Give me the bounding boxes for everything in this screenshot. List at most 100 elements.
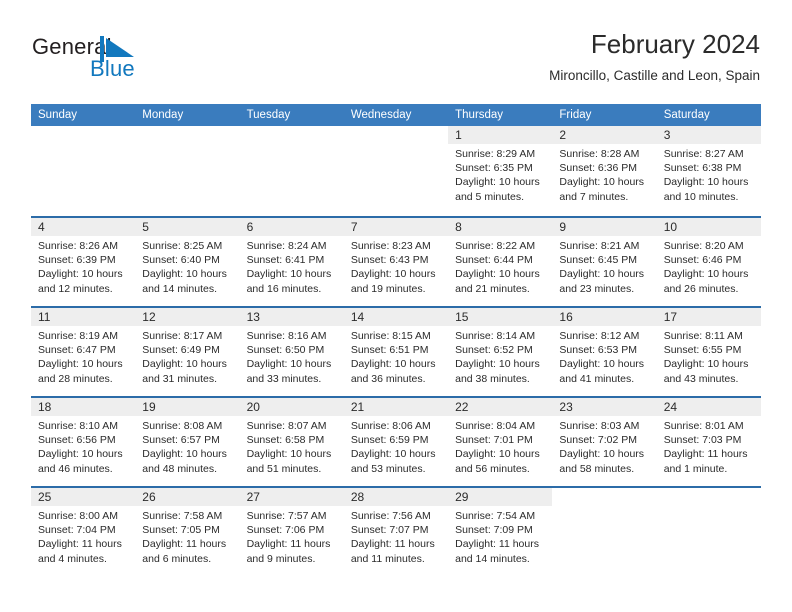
sunrise-text: Sunrise: 8:04 AM — [455, 420, 536, 432]
day-number: 10 — [663, 220, 678, 234]
sunset-text: Sunset: 6:59 PM — [350, 434, 429, 447]
daylight-text-line2: and 33 minutes. — [246, 372, 322, 385]
brand-logo[interactable]: General Blue — [32, 34, 182, 88]
sunset-text: Sunset: 6:47 PM — [38, 344, 116, 357]
day-number: 12 — [142, 310, 156, 324]
day-number-band: 26 — [135, 488, 240, 506]
calendar-day-cell[interactable]: 24 Sunrise: 8:01 AM Sunset: 7:03 PM Dayligh… — [656, 398, 761, 486]
calendar-day-cell[interactable]: 23 Sunrise: 8:03 AM Sunset: 7:02 PM Dayligh… — [552, 398, 657, 486]
daylight-text-line1: Daylight: 10 hours — [559, 448, 645, 461]
sunset-text: Sunset: 6:40 PM — [142, 254, 220, 267]
weekday-header-row: Sunday Monday Tuesday Wednesday Thursday… — [31, 104, 761, 126]
day-number-band: 3 — [656, 126, 761, 144]
daylight-text-line1: Daylight: 10 hours — [142, 268, 227, 281]
calendar-day-cell[interactable]: 15 Sunrise: 8:14 AM Sunset: 6:52 PM Dayligh… — [448, 308, 553, 396]
calendar-day-cell[interactable]: 7 Sunrise: 8:23 AM Sunset: 6:43 PM Daylight… — [343, 218, 449, 306]
day-number-band: 27 — [239, 488, 344, 506]
sunset-text: Sunset: 6:41 PM — [246, 254, 325, 267]
sunrise-text: Sunrise: 8:08 AM — [142, 420, 223, 432]
calendar-day-cell[interactable]: 4 Sunrise: 8:26 AM Sunset: 6:39 PM Daylight… — [31, 218, 136, 306]
calendar-day-cell[interactable]: 17 Sunrise: 8:11 AM Sunset: 6:55 PM Dayligh… — [656, 308, 761, 396]
daylight-text-line2: and 14 minutes. — [455, 552, 530, 565]
calendar-day-cell[interactable]: 10 Sunrise: 8:20 AM Sunset: 6:46 PM Dayligh… — [656, 218, 761, 306]
calendar-day-cell[interactable]: 28 Sunrise: 7:56 AM Sunset: 7:07 PM Dayligh… — [343, 488, 449, 576]
calendar-day-cell[interactable]: 19 Sunrise: 8:08 AM Sunset: 6:57 PM Dayligh… — [135, 398, 240, 486]
daylight-text-line2: and 14 minutes. — [142, 282, 217, 295]
calendar-day-cell[interactable]: 8 Sunrise: 8:22 AM Sunset: 6:44 PM Daylight… — [448, 218, 553, 306]
day-number: 25 — [38, 490, 52, 504]
sunset-text: Sunset: 7:02 PM — [559, 434, 638, 447]
day-details: Sunrise: 7:57 AM Sunset: 7:06 PM Daylight:… — [240, 506, 344, 566]
day-number: 1 — [455, 128, 462, 142]
calendar-day-cell[interactable]: 12 Sunrise: 8:17 AM Sunset: 6:49 PM Dayligh… — [135, 308, 240, 396]
daylight-text-line1: Daylight: 11 hours — [455, 538, 539, 551]
calendar-day-cell[interactable]: 21 Sunrise: 8:06 AM Sunset: 6:59 PM Dayligh… — [343, 398, 449, 486]
calendar-day-cell[interactable]: 14 Sunrise: 8:15 AM Sunset: 6:51 PM Dayligh… — [343, 308, 449, 396]
calendar-day-cell[interactable]: 1 Sunrise: 8:29 AM Sunset: 6:35 PM Daylight… — [448, 126, 553, 216]
day-number: 29 — [455, 490, 469, 504]
daylight-text-line1: Daylight: 11 hours — [246, 538, 331, 551]
calendar-day-cell[interactable]: 16 Sunrise: 8:12 AM Sunset: 6:53 PM Dayligh… — [552, 308, 657, 396]
day-number: 26 — [142, 490, 156, 504]
calendar-day-cell[interactable]: 26 Sunrise: 7:58 AM Sunset: 7:05 PM Dayligh… — [135, 488, 240, 576]
calendar-day-cell[interactable]: 29 Sunrise: 7:54 AM Sunset: 7:09 PM Dayligh… — [448, 488, 553, 576]
sunset-text: Sunset: 6:38 PM — [663, 162, 742, 175]
day-details: Sunrise: 8:14 AM Sunset: 6:52 PM Daylight:… — [448, 326, 552, 386]
sunset-text: Sunset: 6:56 PM — [38, 434, 116, 447]
sunset-text: Sunset: 7:06 PM — [246, 524, 325, 537]
calendar-day-cell[interactable]: 11 Sunrise: 8:19 AM Sunset: 6:47 PM Dayligh… — [31, 308, 136, 396]
calendar-day-cell[interactable]: 22 Sunrise: 8:04 AM Sunset: 7:01 PM Dayligh… — [448, 398, 553, 486]
calendar-day-cell[interactable]: 18 Sunrise: 8:10 AM Sunset: 6:56 PM Dayligh… — [31, 398, 136, 486]
calendar-day-cell[interactable]: 25 Sunrise: 8:00 AM Sunset: 7:04 PM Dayligh… — [31, 488, 136, 576]
sunrise-text: Sunrise: 8:22 AM — [455, 240, 536, 252]
daylight-text-line1: Daylight: 10 hours — [350, 358, 436, 371]
daylight-text-line1: Daylight: 10 hours — [142, 448, 227, 461]
calendar-day-cell[interactable]: 27 Sunrise: 7:57 AM Sunset: 7:06 PM Dayligh… — [239, 488, 344, 576]
day-details: Sunrise: 8:20 AM Sunset: 6:46 PM Daylight:… — [657, 236, 761, 296]
day-number-band: 8 — [448, 218, 553, 236]
day-details: Sunrise: 8:08 AM Sunset: 6:57 PM Daylight:… — [135, 416, 239, 476]
calendar-page: General Blue February 2024 Mironcillo, C… — [0, 0, 792, 612]
daylight-text-line1: Daylight: 10 hours — [350, 448, 436, 461]
sunrise-text: Sunrise: 8:23 AM — [350, 240, 431, 252]
daylight-text-line2: and 21 minutes. — [455, 282, 530, 295]
day-number-band: 2 — [552, 126, 657, 144]
sunrise-text: Sunrise: 8:11 AM — [663, 330, 743, 342]
calendar-week-row: 1 Sunrise: 8:29 AM Sunset: 6:35 PM Daylight… — [31, 126, 761, 216]
day-number: 22 — [455, 400, 469, 414]
day-number: 7 — [350, 220, 358, 234]
weekday-header-friday: Friday — [559, 109, 592, 121]
day-details: Sunrise: 7:58 AM Sunset: 7:05 PM Daylight:… — [135, 506, 239, 566]
daylight-text-line2: and 56 minutes. — [455, 462, 530, 475]
day-number: 2 — [559, 128, 567, 142]
sunrise-text: Sunrise: 8:12 AM — [559, 330, 640, 342]
calendar-day-cell[interactable]: 6 Sunrise: 8:24 AM Sunset: 6:41 PM Daylight… — [239, 218, 344, 306]
daylight-text-line1: Daylight: 10 hours — [559, 358, 645, 371]
daylight-text-line1: Daylight: 10 hours — [38, 358, 123, 371]
day-details: Sunrise: 8:00 AM Sunset: 7:04 PM Daylight:… — [31, 506, 135, 566]
day-number-band: 17 — [656, 308, 761, 326]
day-number-band — [135, 126, 239, 144]
day-number-band: 24 — [656, 398, 761, 416]
calendar-day-cell[interactable]: 3 Sunrise: 8:27 AM Sunset: 6:38 PM Daylight… — [656, 126, 761, 216]
day-number: 3 — [663, 128, 671, 142]
day-number-band: 15 — [448, 308, 553, 326]
day-number: 17 — [663, 310, 678, 324]
calendar-day-cell[interactable]: 20 Sunrise: 8:07 AM Sunset: 6:58 PM Dayligh… — [239, 398, 344, 486]
calendar-day-cell[interactable]: 9 Sunrise: 8:21 AM Sunset: 6:45 PM Daylight… — [552, 218, 657, 306]
page-title: February 2024 — [590, 29, 760, 59]
weekday-header-saturday: Saturday — [663, 109, 710, 121]
sunrise-text: Sunrise: 7:56 AM — [350, 510, 431, 522]
day-details: Sunrise: 8:16 AM Sunset: 6:50 PM Daylight:… — [240, 326, 344, 386]
calendar-day-cell[interactable]: 13 Sunrise: 8:16 AM Sunset: 6:50 PM Dayligh… — [239, 308, 344, 396]
daylight-text-line1: Daylight: 10 hours — [246, 268, 332, 281]
calendar-day-cell[interactable]: 5 Sunrise: 8:25 AM Sunset: 6:40 PM Daylight… — [135, 218, 240, 306]
day-details: Sunrise: 8:03 AM Sunset: 7:02 PM Daylight:… — [552, 416, 656, 476]
calendar-day-cell-empty — [343, 126, 449, 216]
calendar-day-cell[interactable]: 2 Sunrise: 8:28 AM Sunset: 6:36 PM Daylight… — [552, 126, 657, 216]
day-number: 9 — [559, 220, 567, 234]
day-number: 19 — [142, 400, 156, 414]
weekday-header-thursday: Thursday — [455, 109, 504, 121]
daylight-text-line2: and 7 minutes. — [559, 190, 629, 203]
sunrise-text: Sunrise: 7:54 AM — [455, 510, 536, 522]
